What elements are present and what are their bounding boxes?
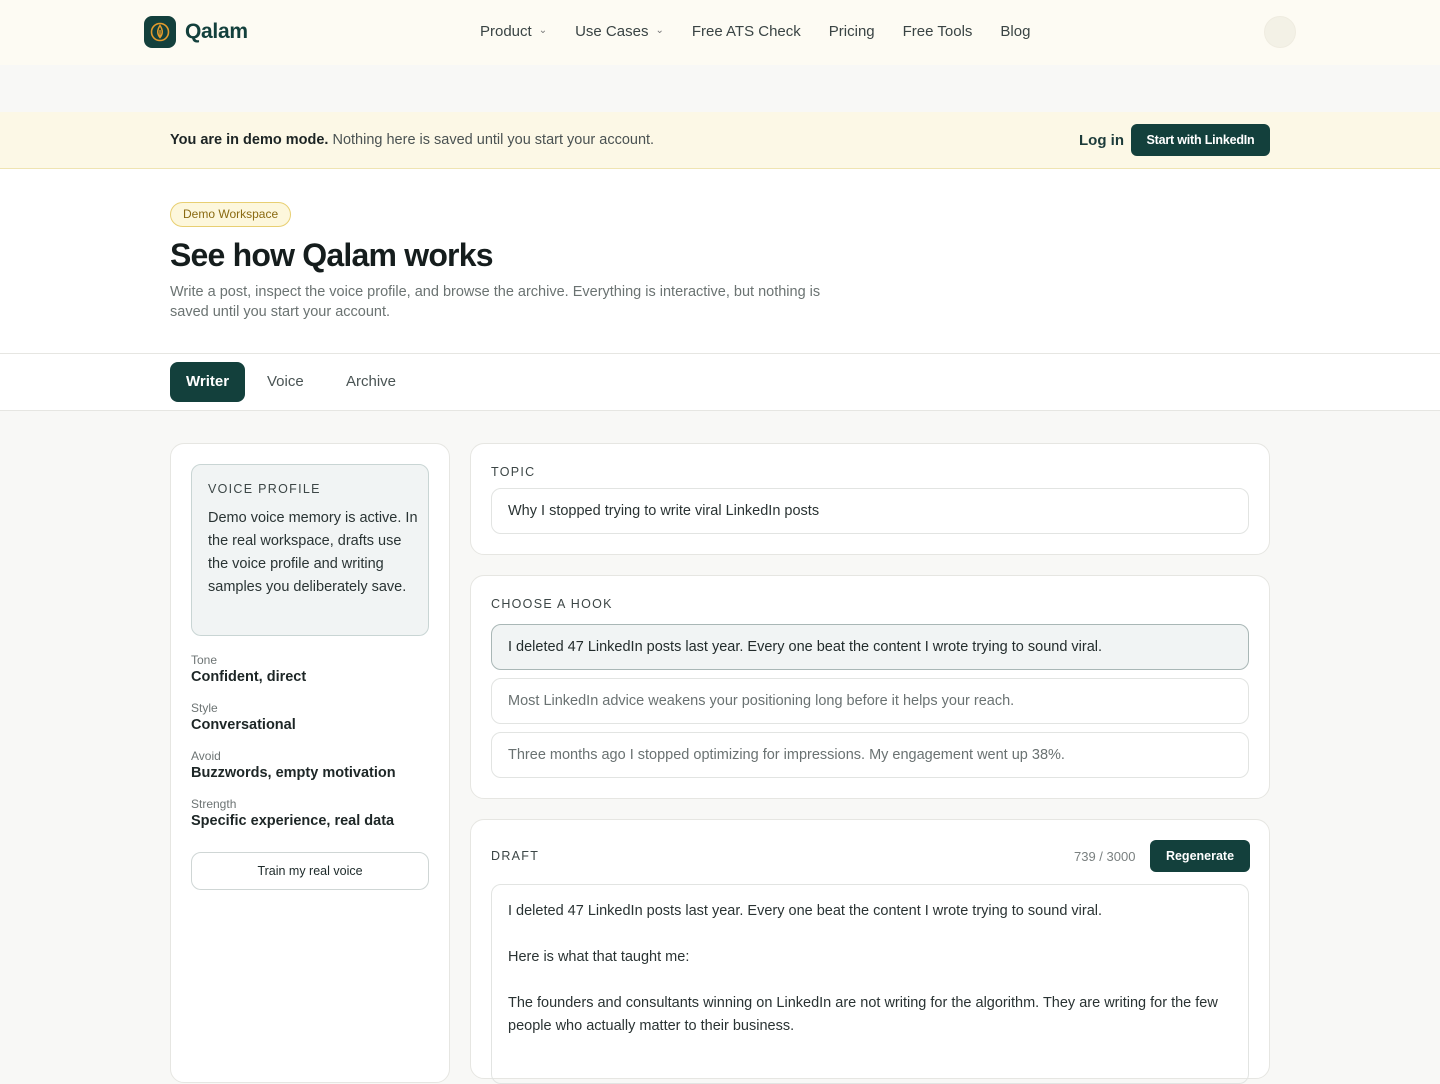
page-title: See how Qalam works bbox=[170, 237, 494, 273]
nav-link-free-tools[interactable]: Free Tools bbox=[903, 23, 973, 40]
nav-link-label: Product bbox=[480, 23, 532, 40]
regenerate-button[interactable]: Regenerate bbox=[1150, 840, 1250, 872]
page-subtitle: Write a post, inspect the voice profile,… bbox=[170, 284, 821, 320]
tab-archive[interactable]: Archive bbox=[330, 362, 412, 402]
nav-link-use-cases[interactable]: Use Cases ⌄ bbox=[575, 23, 664, 40]
nav-link-pricing[interactable]: Pricing bbox=[829, 23, 875, 40]
attribute-value: Conversational bbox=[191, 717, 296, 733]
voice-profile-heading: Voice Profile bbox=[208, 482, 321, 496]
draft-paragraph: I deleted 47 LinkedIn posts last year. E… bbox=[508, 903, 1103, 919]
main-menu: Product ⌄ Use Cases ⌄ Free ATS Check Prici… bbox=[480, 23, 1058, 40]
topic-card: Topic Why I stopped trying to write vira… bbox=[470, 443, 1270, 555]
hook-option[interactable]: I deleted 47 LinkedIn posts last year. E… bbox=[491, 624, 1249, 670]
workspace-tabs: Writer Voice Archive bbox=[0, 354, 1440, 411]
draft-card: Draft 739 / 3000 Regenerate I deleted 47… bbox=[470, 819, 1270, 1084]
chevron-down-icon: ⌄ bbox=[538, 25, 548, 36]
attribute-label: Avoid bbox=[191, 749, 221, 763]
draft-paragraph: The founders and consultants winning on … bbox=[508, 995, 1218, 1034]
qalam-logo-icon bbox=[144, 16, 176, 48]
draft-editor[interactable]: I deleted 47 LinkedIn posts last year. E… bbox=[491, 884, 1249, 1084]
attribute-value: Confident, direct bbox=[191, 669, 307, 685]
draft-paragraph: Here is what that taught me: bbox=[508, 949, 690, 965]
demo-mode-message: You are in demo mode. Nothing here is sa… bbox=[170, 132, 654, 148]
hook-heading: Choose a hook bbox=[491, 597, 613, 611]
avatar[interactable] bbox=[1264, 16, 1296, 48]
voice-profile-card: Voice Profile Demo voice memory is activ… bbox=[170, 443, 450, 1083]
attribute-label: Tone bbox=[191, 653, 218, 667]
top-navigation: Qalam Product ⌄ Use Cases ⌄ Free ATS Check… bbox=[0, 0, 1440, 65]
brand-name: Qalam bbox=[185, 20, 248, 43]
nav-link-free-ats-check[interactable]: Free ATS Check bbox=[692, 23, 801, 40]
hook-card: Choose a hook I deleted 47 LinkedIn post… bbox=[470, 575, 1270, 799]
voice-attribute-style: Style Conversational bbox=[191, 701, 296, 733]
voice-attribute-strength: Strength Specific experience, real data bbox=[191, 797, 394, 829]
nav-link-blog[interactable]: Blog bbox=[1000, 23, 1030, 40]
topic-input[interactable]: Why I stopped trying to write viral Link… bbox=[491, 488, 1249, 534]
brand-logo[interactable]: Qalam bbox=[144, 16, 248, 48]
hook-option[interactable]: Most LinkedIn advice weakens your positi… bbox=[491, 678, 1249, 724]
chevron-down-icon: ⌄ bbox=[655, 25, 664, 36]
train-voice-button[interactable]: Train my real voice bbox=[191, 852, 429, 890]
voice-profile-notice: Voice Profile Demo voice memory is activ… bbox=[191, 464, 429, 636]
attribute-label: Strength bbox=[191, 797, 237, 811]
nav-link-label: Use Cases bbox=[575, 23, 649, 40]
voice-attribute-tone: Tone Confident, direct bbox=[191, 653, 306, 685]
nav-link-product[interactable]: Product ⌄ bbox=[480, 23, 547, 40]
demo-workspace-badge: Demo Workspace bbox=[170, 202, 292, 227]
attribute-value: Buzzwords, empty motivation bbox=[191, 765, 396, 781]
tab-writer[interactable]: Writer bbox=[170, 362, 246, 402]
login-link[interactable]: Log in bbox=[1079, 132, 1124, 149]
topic-heading: Topic bbox=[491, 465, 536, 479]
tab-voice[interactable]: Voice bbox=[251, 362, 320, 402]
hook-option[interactable]: Three months ago I stopped optimizing fo… bbox=[491, 732, 1249, 778]
draft-heading: Draft bbox=[491, 849, 540, 863]
demo-mode-label: You are in demo mode. bbox=[170, 132, 329, 148]
hero-section: Demo Workspace See how Qalam works Write… bbox=[0, 169, 1440, 354]
character-counter: 739 / 3000 bbox=[1074, 849, 1136, 864]
demo-mode-note: Nothing here is saved until you start yo… bbox=[328, 132, 655, 148]
voice-profile-description: Demo voice memory is active. In the real… bbox=[208, 510, 418, 595]
attribute-value: Specific experience, real data bbox=[191, 813, 395, 829]
start-with-linkedin-button[interactable]: Start with LinkedIn bbox=[1131, 124, 1270, 156]
attribute-label: Style bbox=[191, 701, 218, 715]
voice-attribute-avoid: Avoid Buzzwords, empty motivation bbox=[191, 749, 396, 781]
